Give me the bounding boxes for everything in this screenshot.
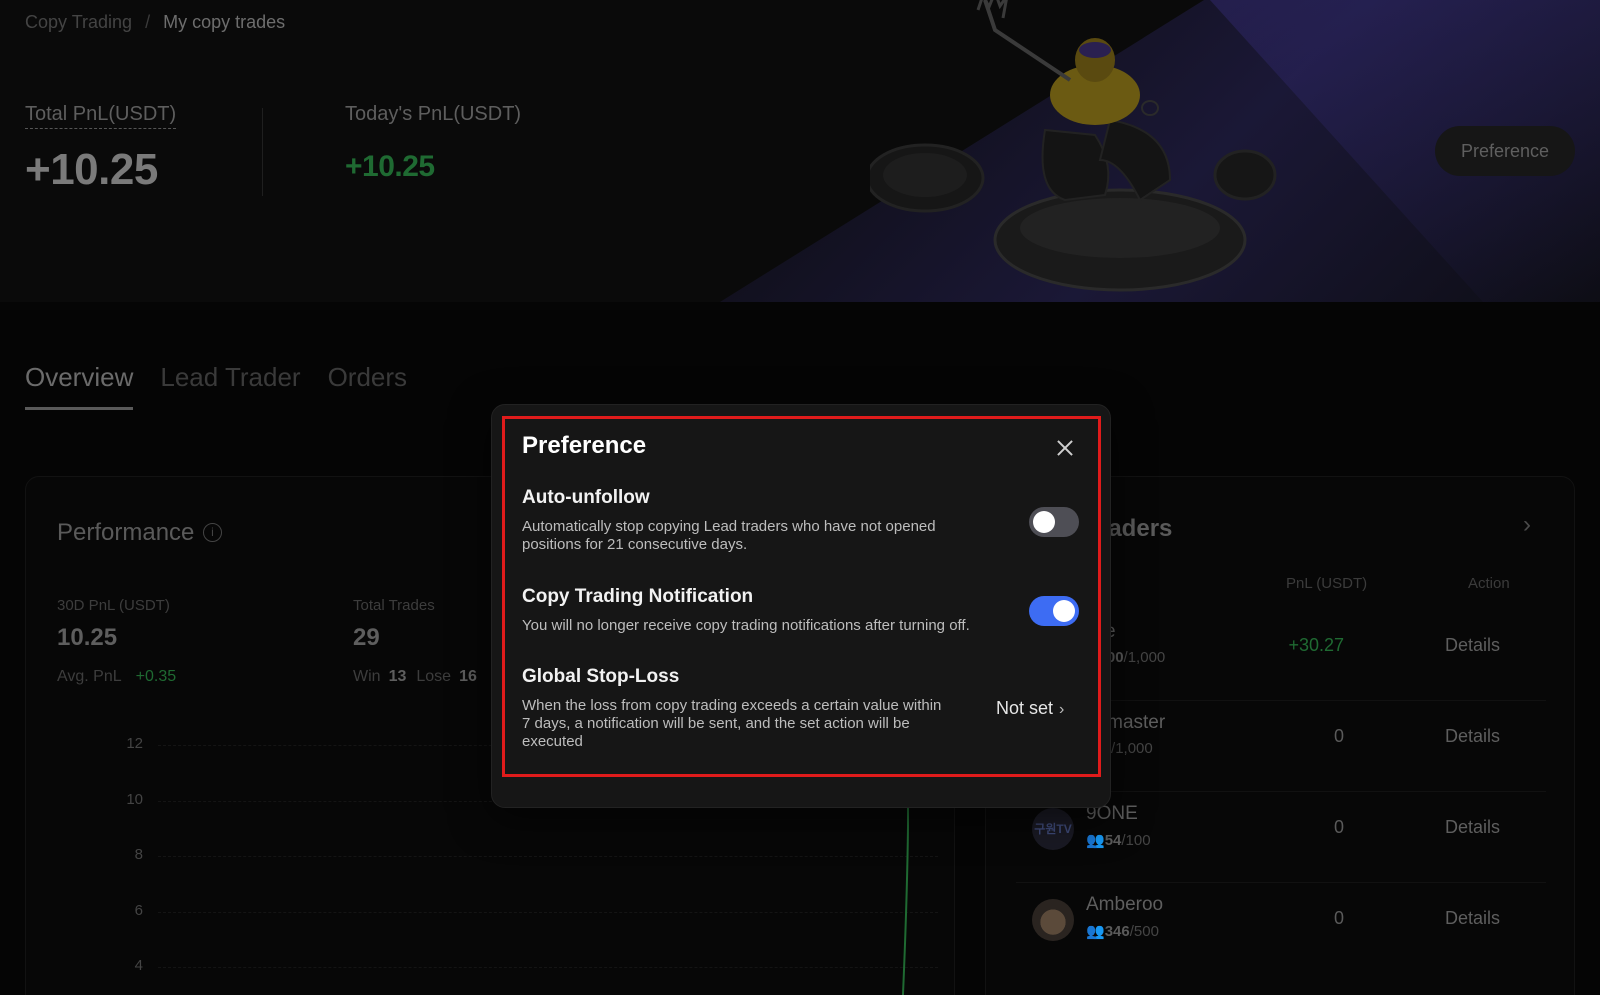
tab-overview[interactable]: Overview xyxy=(25,362,134,410)
users-icon: 👥 xyxy=(1086,832,1105,849)
win-label: Win xyxy=(353,668,381,685)
avg-pnl-value: +0.35 xyxy=(135,668,177,685)
pnl-30d-label: 30D PnL (USDT) xyxy=(57,597,170,614)
y-tick-label: 10 xyxy=(126,791,143,808)
users-icon: 👥 xyxy=(1086,923,1105,940)
pnl-30d-stat: 30D PnL (USDT) 10.25 Avg. PnL +0.35 xyxy=(57,597,176,686)
stop-loss-section: Global Stop-Loss When the loss from copy… xyxy=(522,666,941,751)
avg-pnl-row: Avg. PnL +0.35 xyxy=(57,668,176,686)
win-lose-row: Win 13 Lose 16 xyxy=(353,668,487,686)
stop-loss-desc-line: When the loss from copy trading exceeds … xyxy=(522,697,942,714)
stop-loss-desc: When the loss from copy trading exceeds … xyxy=(522,697,941,751)
trader-pnl: 0 xyxy=(1333,726,1344,746)
tab-bar: Overview Lead Trader Orders xyxy=(25,362,407,410)
stop-loss-desc-line: executed xyxy=(522,733,583,750)
grid-line xyxy=(158,967,938,968)
toggle-knob xyxy=(1033,511,1055,533)
stop-loss-desc-line: 7 days, a notification will be sent, and… xyxy=(522,715,910,732)
chevron-right-icon[interactable]: › xyxy=(1523,511,1531,539)
total-pnl-block: Total PnL(USDT) +10.25 xyxy=(25,103,177,195)
total-pnl-value: +10.25 xyxy=(25,145,158,194)
notification-toggle[interactable] xyxy=(1029,596,1079,626)
avatar xyxy=(1032,899,1074,941)
grid-line xyxy=(158,856,938,857)
y-tick-label: 4 xyxy=(134,957,143,974)
follower-cap: /1,000 xyxy=(1111,740,1153,757)
today-pnl-label: Today's PnL(USDT) xyxy=(345,103,522,125)
pnl-30d-value: 10.25 xyxy=(57,624,118,651)
breadcrumb-current: My copy trades xyxy=(163,12,286,32)
y-tick-label: 6 xyxy=(134,902,143,919)
col-pnl: PnL (USDT) xyxy=(1286,575,1368,592)
avg-pnl-label: Avg. PnL xyxy=(57,668,122,685)
stop-loss-title: Global Stop-Loss xyxy=(522,666,680,687)
follower-cap: /100 xyxy=(1121,832,1151,849)
total-trades-label: Total Trades xyxy=(353,597,435,614)
breadcrumb: Copy Trading / My copy trades xyxy=(25,12,285,33)
details-button[interactable]: Details xyxy=(1445,726,1500,747)
preference-button[interactable]: Preference xyxy=(1435,126,1575,176)
close-icon[interactable] xyxy=(1054,437,1076,459)
hero-banner: Copy Trading / My copy trades Total PnL(… xyxy=(0,0,1600,302)
auto-unfollow-desc-line: positions for 21 consecutive days. xyxy=(522,536,748,553)
toggle-knob xyxy=(1053,600,1075,622)
col-action: Action xyxy=(1468,575,1510,592)
auto-unfollow-section: Auto-unfollow Automatically stop copying… xyxy=(522,487,936,554)
today-pnl-value: +10.25 xyxy=(345,150,435,183)
modal-title: Preference xyxy=(522,432,647,459)
notification-desc: You will no longer receive copy trading … xyxy=(522,617,970,634)
notification-title: Copy Trading Notification xyxy=(522,586,754,607)
tab-lead-trader[interactable]: Lead Trader xyxy=(160,362,300,410)
lose-label: Lose xyxy=(416,668,452,685)
trader-pnl: 0 xyxy=(1333,817,1344,837)
performance-title: Performance xyxy=(57,519,195,546)
breadcrumb-copy-trading[interactable]: Copy Trading xyxy=(25,12,132,32)
pnl-line xyxy=(901,787,909,995)
stop-loss-value: Not set xyxy=(996,698,1054,718)
details-button[interactable]: Details xyxy=(1445,908,1500,929)
trader-pnl: +30.27 xyxy=(1288,635,1344,655)
auto-unfollow-desc-line: Automatically stop copying Lead traders … xyxy=(522,518,936,535)
win-value: 13 xyxy=(388,668,407,685)
chevron-right-icon: › xyxy=(1059,701,1065,718)
lose-value: 16 xyxy=(459,668,477,685)
details-button[interactable]: Details xyxy=(1445,635,1500,656)
auto-unfollow-toggle[interactable] xyxy=(1029,507,1079,537)
trader-followers: 👥54/100 xyxy=(1086,831,1151,849)
y-tick-label: 12 xyxy=(126,735,143,752)
tab-orders[interactable]: Orders xyxy=(328,362,407,410)
auto-unfollow-title: Auto-unfollow xyxy=(522,487,650,508)
y-tick-label: 8 xyxy=(134,846,143,863)
total-pnl-label[interactable]: Total PnL(USDT) xyxy=(25,103,177,129)
follower-count: 346 xyxy=(1104,923,1130,940)
grid-line xyxy=(158,912,938,913)
follower-count: 54 xyxy=(1104,832,1122,849)
today-pnl-block: Today's PnL(USDT) +10.25 xyxy=(345,103,521,184)
total-trades-value: 29 xyxy=(353,624,380,651)
trader-followers: 👥346/500 xyxy=(1086,922,1159,940)
follower-cap: /1,000 xyxy=(1123,649,1166,666)
auto-unfollow-desc: Automatically stop copying Lead traders … xyxy=(522,518,936,554)
stop-loss-setting[interactable]: Not set › xyxy=(996,698,1064,719)
trader-pnl: 0 xyxy=(1333,908,1344,928)
avatar: 구원TV xyxy=(1032,808,1074,850)
details-button[interactable]: Details xyxy=(1445,817,1500,838)
follower-cap: /500 xyxy=(1129,923,1159,940)
notification-section: Copy Trading Notification You will no lo… xyxy=(522,586,970,635)
row-divider xyxy=(1016,882,1546,883)
skater-illustration xyxy=(870,0,1277,292)
pnl-divider xyxy=(262,108,263,196)
trader-row: Amberoo 👥346/500 0 Details xyxy=(986,884,1576,974)
total-trades-stat: Total Trades 29 Win 13 Lose 16 xyxy=(353,597,487,686)
breadcrumb-separator: / xyxy=(145,12,151,32)
trader-name[interactable]: Amberoo xyxy=(1086,894,1163,916)
info-icon[interactable]: i xyxy=(203,523,222,542)
